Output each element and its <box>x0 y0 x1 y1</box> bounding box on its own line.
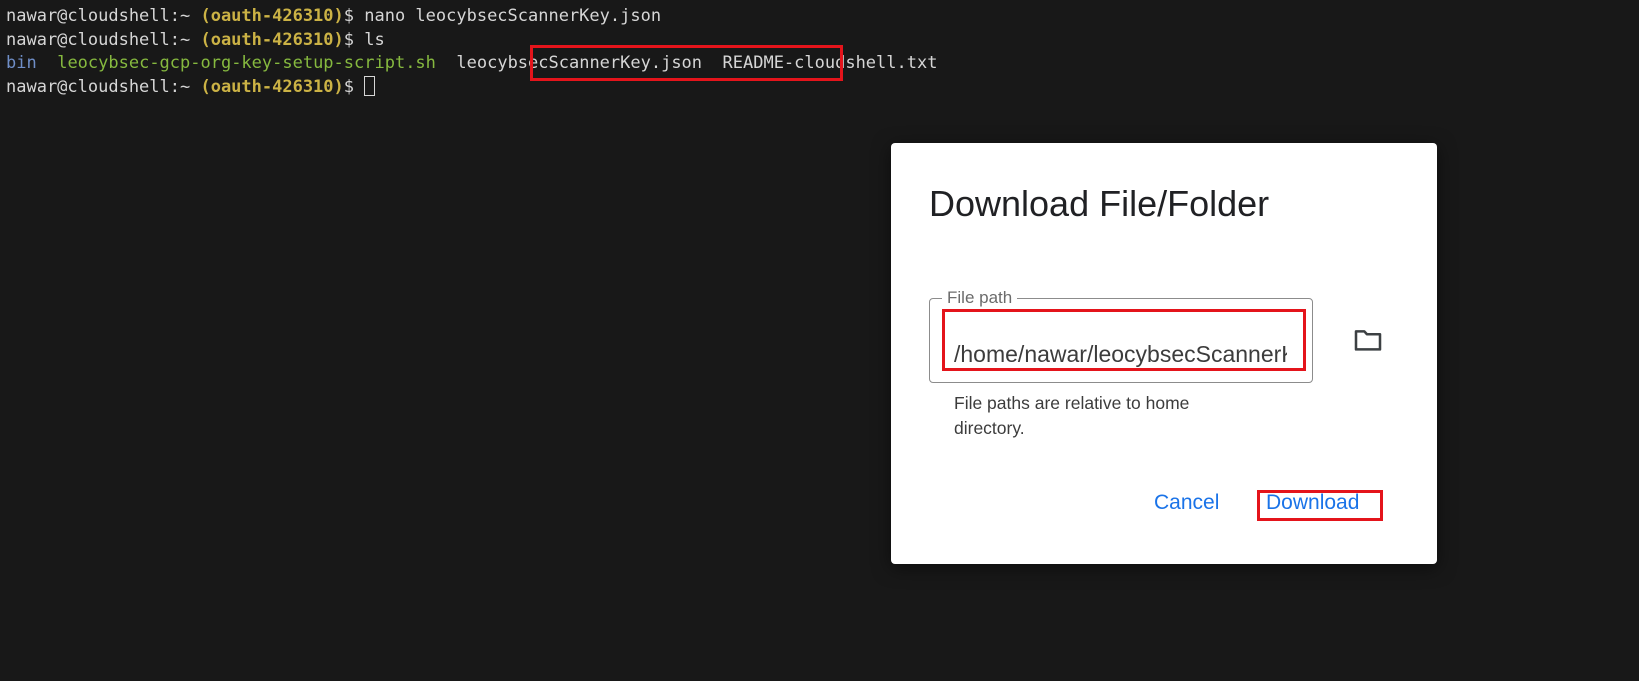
highlight-key-file <box>530 45 843 81</box>
file-path-label: File path <box>942 288 1018 308</box>
prompt-suffix: $ <box>343 77 365 97</box>
command-text: nano leocybsecScannerKey.json <box>364 6 662 26</box>
prompt-project: (oauth-426310) <box>200 77 344 97</box>
prompt-user: nawar@cloudshell:~ <box>6 30 201 50</box>
terminal-line-2: nawar@cloudshell:~ (oauth-426310)$ ls <box>6 28 385 52</box>
terminal-cursor <box>364 76 376 96</box>
prompt-project: (oauth-426310) <box>200 30 344 50</box>
terminal-line-1: nawar@cloudshell:~ (oauth-426310)$ nano … <box>6 4 661 28</box>
listing-script: leocybsec-gcp-org-key-setup-script.sh <box>57 53 436 73</box>
highlight-file-path <box>942 309 1306 371</box>
listing-dir-bin: bin <box>6 53 37 73</box>
prompt-suffix: $ <box>343 30 365 50</box>
cancel-button[interactable]: Cancel <box>1154 491 1219 515</box>
prompt-user: nawar@cloudshell:~ <box>6 6 201 26</box>
command-text: ls <box>364 30 385 50</box>
folder-icon[interactable] <box>1350 324 1386 356</box>
highlight-download-button <box>1257 490 1383 521</box>
prompt-suffix: $ <box>343 6 365 26</box>
prompt-project: (oauth-426310) <box>200 6 344 26</box>
file-path-hint: File paths are relative to home director… <box>954 393 1190 438</box>
terminal-line-4: nawar@cloudshell:~ (oauth-426310)$ <box>6 75 376 99</box>
prompt-user: nawar@cloudshell:~ <box>6 77 201 97</box>
dialog-title: Download File/Folder <box>929 183 1270 224</box>
